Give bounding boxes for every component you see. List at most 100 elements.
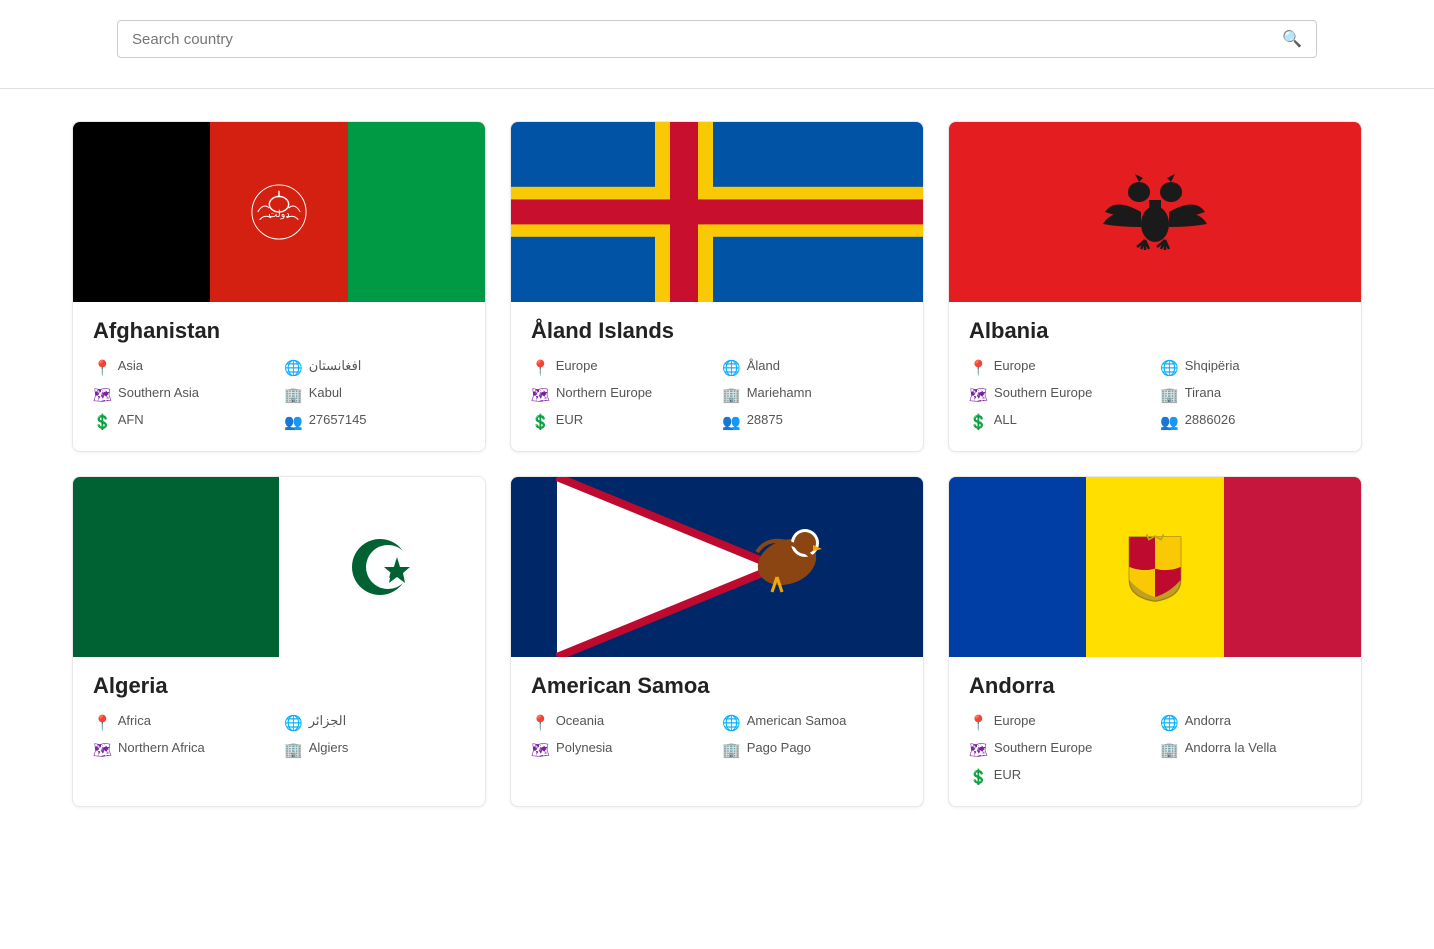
currency-icon: 💲 — [531, 413, 550, 431]
continent-item: 📍 Asia — [93, 358, 274, 377]
card-aland-islands[interactable]: Åland Islands 📍 Europe 🌐 Åland 🗺 Norther… — [510, 121, 924, 452]
continent-item: 📍 Europe — [969, 358, 1150, 377]
subregion-label: Northern Europe — [556, 385, 652, 400]
globe-icon: 🌐 — [1160, 359, 1179, 377]
map-icon: 🗺 — [531, 386, 550, 404]
building-icon: 🏢 — [722, 741, 741, 759]
svg-text:دولت: دولت — [268, 209, 289, 220]
capital-item: 🏢 Algiers — [284, 740, 465, 759]
building-icon: 🏢 — [1160, 741, 1179, 759]
location-icon: 📍 — [969, 359, 988, 377]
continent-item: 📍 Europe — [969, 713, 1150, 732]
card-body-andorra: Andorra 📍 Europe 🌐 Andorra 🗺 Southern Eu… — [949, 657, 1361, 806]
card-body-american-samoa: American Samoa 📍 Oceania 🌐 American Samo… — [511, 657, 923, 779]
location-icon: 📍 — [969, 714, 988, 732]
population-item: 👥 2886026 — [1160, 412, 1341, 431]
capital-label: Mariehamn — [747, 385, 812, 400]
continent-label: Africa — [118, 713, 151, 728]
capital-label: Andorra la Vella — [1185, 740, 1277, 755]
card-afghanistan[interactable]: دولت Afghanistan 📍 — [72, 121, 486, 452]
capital-label: Algiers — [309, 740, 349, 755]
continent-label: Europe — [556, 358, 598, 373]
native-label: افغانستان — [309, 358, 362, 374]
subregion-label: Northern Africa — [118, 740, 205, 755]
country-name: Algeria — [93, 673, 465, 699]
flag-andorra — [949, 477, 1361, 657]
globe-icon: 🌐 — [284, 359, 303, 377]
subregion-item: 🗺 Southern Europe — [969, 385, 1150, 404]
flag-american-samoa — [511, 477, 923, 657]
card-algeria[interactable]: Algeria 📍 Africa 🌐 الجزائر 🗺 Northern Af… — [72, 476, 486, 807]
native-item: 🌐 الجزائر — [284, 713, 465, 732]
map-icon: 🗺 — [969, 386, 988, 404]
population-item: 👥 27657145 — [284, 412, 465, 431]
capital-label: Tirana — [1185, 385, 1221, 400]
continent-item: 📍 Oceania — [531, 713, 712, 732]
card-body-albania: Albania 📍 Europe 🌐 Shqipëria 🗺 Southern … — [949, 302, 1361, 451]
map-icon: 🗺 — [531, 741, 550, 759]
search-bar: 🔍 — [117, 20, 1317, 58]
building-icon: 🏢 — [284, 386, 303, 404]
currency-item: 💲 ALL — [969, 412, 1150, 431]
native-item: 🌐 Shqipëria — [1160, 358, 1341, 377]
globe-icon: 🌐 — [722, 359, 741, 377]
building-icon: 🏢 — [722, 386, 741, 404]
capital-item: 🏢 Tirana — [1160, 385, 1341, 404]
location-icon: 📍 — [531, 359, 550, 377]
capital-label: Kabul — [309, 385, 342, 400]
population-label: 2886026 — [1185, 412, 1236, 427]
country-name: Albania — [969, 318, 1341, 344]
people-icon: 👥 — [1160, 413, 1179, 431]
people-icon: 👥 — [722, 413, 741, 431]
continent-item: 📍 Africa — [93, 713, 274, 732]
currency-label: EUR — [556, 412, 583, 427]
globe-icon: 🌐 — [1160, 714, 1179, 732]
people-icon: 👥 — [284, 413, 303, 431]
capital-label: Pago Pago — [747, 740, 811, 755]
card-body-afghanistan: Afghanistan 📍 Asia 🌐 افغانستان 🗺 Souther… — [73, 302, 485, 451]
subregion-label: Southern Asia — [118, 385, 199, 400]
location-icon: 📍 — [93, 359, 112, 377]
card-albania[interactable]: Albania 📍 Europe 🌐 Shqipëria 🗺 Southern … — [948, 121, 1362, 452]
flag-afghanistan: دولت — [73, 122, 485, 302]
card-body-algeria: Algeria 📍 Africa 🌐 الجزائر 🗺 Northern Af… — [73, 657, 485, 779]
location-icon: 📍 — [93, 714, 112, 732]
native-label: Andorra — [1185, 713, 1231, 728]
continent-label: Asia — [118, 358, 143, 373]
population-label: 28875 — [747, 412, 783, 427]
map-icon: 🗺 — [969, 741, 988, 759]
flag-algeria — [73, 477, 485, 657]
native-label: Åland — [747, 358, 780, 373]
currency-item: 💲 EUR — [531, 412, 712, 431]
native-label: Shqipëria — [1185, 358, 1240, 373]
search-input[interactable] — [132, 31, 1282, 48]
map-icon: 🗺 — [93, 741, 112, 759]
flag-albania — [949, 122, 1361, 302]
country-name: Afghanistan — [93, 318, 465, 344]
currency-icon: 💲 — [93, 413, 112, 431]
currency-label: AFN — [118, 412, 144, 427]
continent-label: Europe — [994, 358, 1036, 373]
population-label: 27657145 — [309, 412, 367, 427]
subregion-label: Southern Europe — [994, 740, 1092, 755]
subregion-item: 🗺 Polynesia — [531, 740, 712, 759]
capital-item: 🏢 Mariehamn — [722, 385, 903, 404]
card-body-aland: Åland Islands 📍 Europe 🌐 Åland 🗺 Norther… — [511, 302, 923, 451]
map-icon: 🗺 — [93, 386, 112, 404]
subregion-label: Polynesia — [556, 740, 612, 755]
location-icon: 📍 — [531, 714, 550, 732]
currency-label: ALL — [994, 412, 1017, 427]
search-bar-wrapper: 🔍 — [0, 0, 1434, 89]
continent-label: Europe — [994, 713, 1036, 728]
subregion-item: 🗺 Northern Africa — [93, 740, 274, 759]
capital-item: 🏢 Andorra la Vella — [1160, 740, 1341, 759]
currency-item: 💲 EUR — [969, 767, 1150, 786]
capital-item: 🏢 Kabul — [284, 385, 465, 404]
population-item: 👥 28875 — [722, 412, 903, 431]
native-item: 🌐 Andorra — [1160, 713, 1341, 732]
country-name: Andorra — [969, 673, 1341, 699]
continent-label: Oceania — [556, 713, 604, 728]
subregion-item: 🗺 Southern Asia — [93, 385, 274, 404]
card-american-samoa[interactable]: American Samoa 📍 Oceania 🌐 American Samo… — [510, 476, 924, 807]
card-andorra[interactable]: Andorra 📍 Europe 🌐 Andorra 🗺 Southern Eu… — [948, 476, 1362, 807]
